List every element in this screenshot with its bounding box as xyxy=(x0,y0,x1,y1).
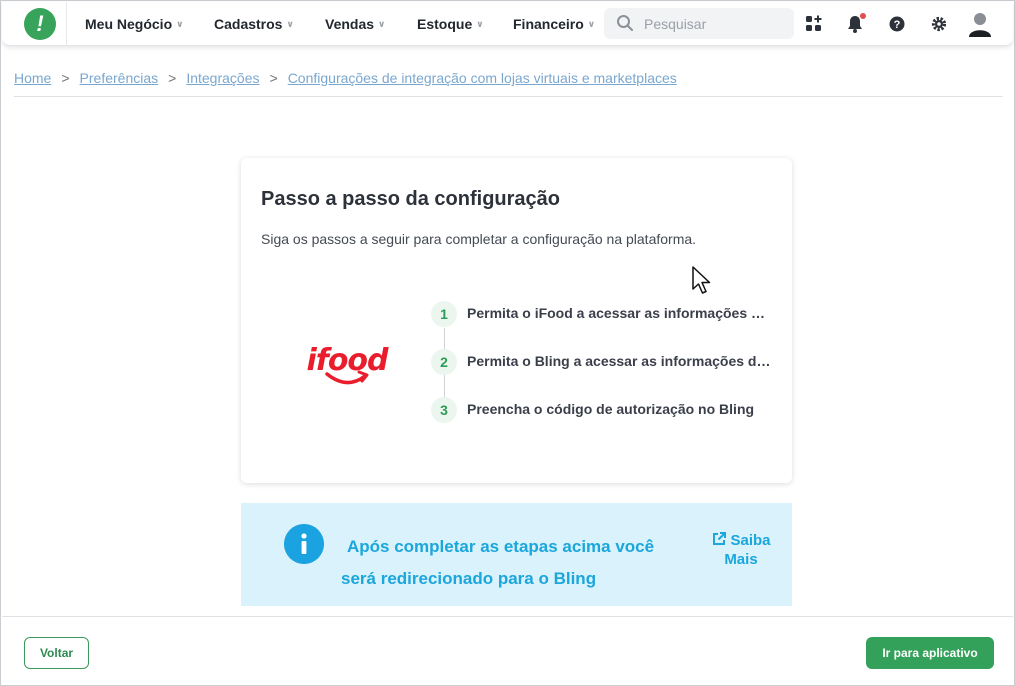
nav-label: Vendas xyxy=(325,16,375,32)
ifood-logo: ifood xyxy=(306,343,390,385)
mouse-cursor-icon xyxy=(692,266,711,294)
chevron-down-icon: ∨ xyxy=(378,18,386,29)
step-text: Permita o iFood a acessar as informações… xyxy=(467,305,772,321)
top-navbar: ! Meu Negócio ∨ Cadastros ∨ Vendas ∨ Estoqu… xyxy=(2,2,1013,46)
chevron-right-icon: > xyxy=(269,70,278,86)
gear-icon[interactable] xyxy=(929,14,949,34)
info-line-1: Após completar as etapas acima você xyxy=(347,537,655,556)
svg-text:ifood: ifood xyxy=(306,343,389,378)
go-to-app-button[interactable]: Ir para aplicativo xyxy=(866,637,994,669)
avatar-icon[interactable] xyxy=(967,11,993,37)
nav-label: Meu Negócio xyxy=(85,16,173,32)
breadcrumb-integracoes[interactable]: Integrações xyxy=(186,70,259,86)
chevron-down-icon: ∨ xyxy=(587,18,596,29)
app-window: ! Meu Negócio ∨ Cadastros ∨ Vendas ∨ Estoqu… xyxy=(0,0,1015,686)
nav-item-cadastros[interactable]: Cadastros ∨ xyxy=(214,2,294,46)
step-number: 2 xyxy=(431,349,457,375)
nav-item-meu-negocio[interactable]: Meu Negócio ∨ xyxy=(85,2,183,46)
search-box[interactable] xyxy=(604,8,794,39)
nav-label: Financeiro xyxy=(513,16,584,32)
info-message: Após completar as etapas acima você será… xyxy=(341,531,681,595)
breadcrumb-home[interactable]: Home xyxy=(14,70,51,86)
apps-icon[interactable] xyxy=(804,14,824,34)
search-icon xyxy=(617,15,633,31)
divider xyxy=(2,616,1013,617)
nav-label: Estoque xyxy=(417,16,473,32)
external-link-icon xyxy=(713,532,727,545)
chevron-down-icon: ∨ xyxy=(176,18,184,29)
svg-text:?: ? xyxy=(894,19,901,31)
notification-dot xyxy=(860,13,866,19)
help-icon[interactable]: ? xyxy=(887,14,907,34)
step-text: Permita o Bling a acessar as informações… xyxy=(467,353,772,369)
chevron-right-icon: > xyxy=(61,70,70,86)
setup-steps-card: Passo a passo da configuração Siga os pa… xyxy=(241,158,792,483)
card-subtitle: Siga os passos a seguir para completar a… xyxy=(261,231,697,247)
bling-logo[interactable]: ! xyxy=(24,8,56,40)
saiba-label: Saiba xyxy=(730,532,771,549)
chevron-down-icon: ∨ xyxy=(286,18,294,29)
divider xyxy=(66,2,67,46)
breadcrumb: Home > Preferências > Integrações > Conf… xyxy=(14,69,677,87)
saiba-mais-link[interactable]: Saiba Mais xyxy=(701,531,781,569)
info-banner: Após completar as etapas acima você será… xyxy=(241,503,792,606)
nav-item-vendas[interactable]: Vendas ∨ xyxy=(325,2,385,46)
search-input[interactable] xyxy=(644,14,784,33)
nav-item-financeiro[interactable]: Financeiro ∨ xyxy=(513,2,595,46)
chevron-right-icon: > xyxy=(168,70,177,86)
info-line-2: será redirecionado para o Bling xyxy=(341,569,597,588)
step-item-1: 1 Permita o iFood a acessar as informaçõ… xyxy=(431,301,781,327)
nav-label: Cadastros xyxy=(214,16,283,32)
chevron-down-icon: ∨ xyxy=(476,18,484,29)
step-number: 3 xyxy=(431,397,457,423)
step-text: Preencha o código de autorização no Blin… xyxy=(467,401,755,417)
back-button[interactable]: Voltar xyxy=(24,637,89,669)
step-item-2: 2 Permita o Bling a acessar as informaçõ… xyxy=(431,349,781,375)
nav-item-estoque[interactable]: Estoque ∨ xyxy=(417,2,484,46)
mais-label: Mais xyxy=(724,551,758,568)
breadcrumb-configuracoes[interactable]: Configurações de integração com lojas vi… xyxy=(288,70,677,86)
step-item-3: 3 Preencha o código de autorização no Bl… xyxy=(431,397,781,423)
card-title: Passo a passo da configuração xyxy=(261,188,560,210)
info-icon xyxy=(284,524,324,564)
step-number: 1 xyxy=(431,301,457,327)
breadcrumb-preferencias[interactable]: Preferências xyxy=(80,70,159,86)
divider xyxy=(14,96,1003,97)
